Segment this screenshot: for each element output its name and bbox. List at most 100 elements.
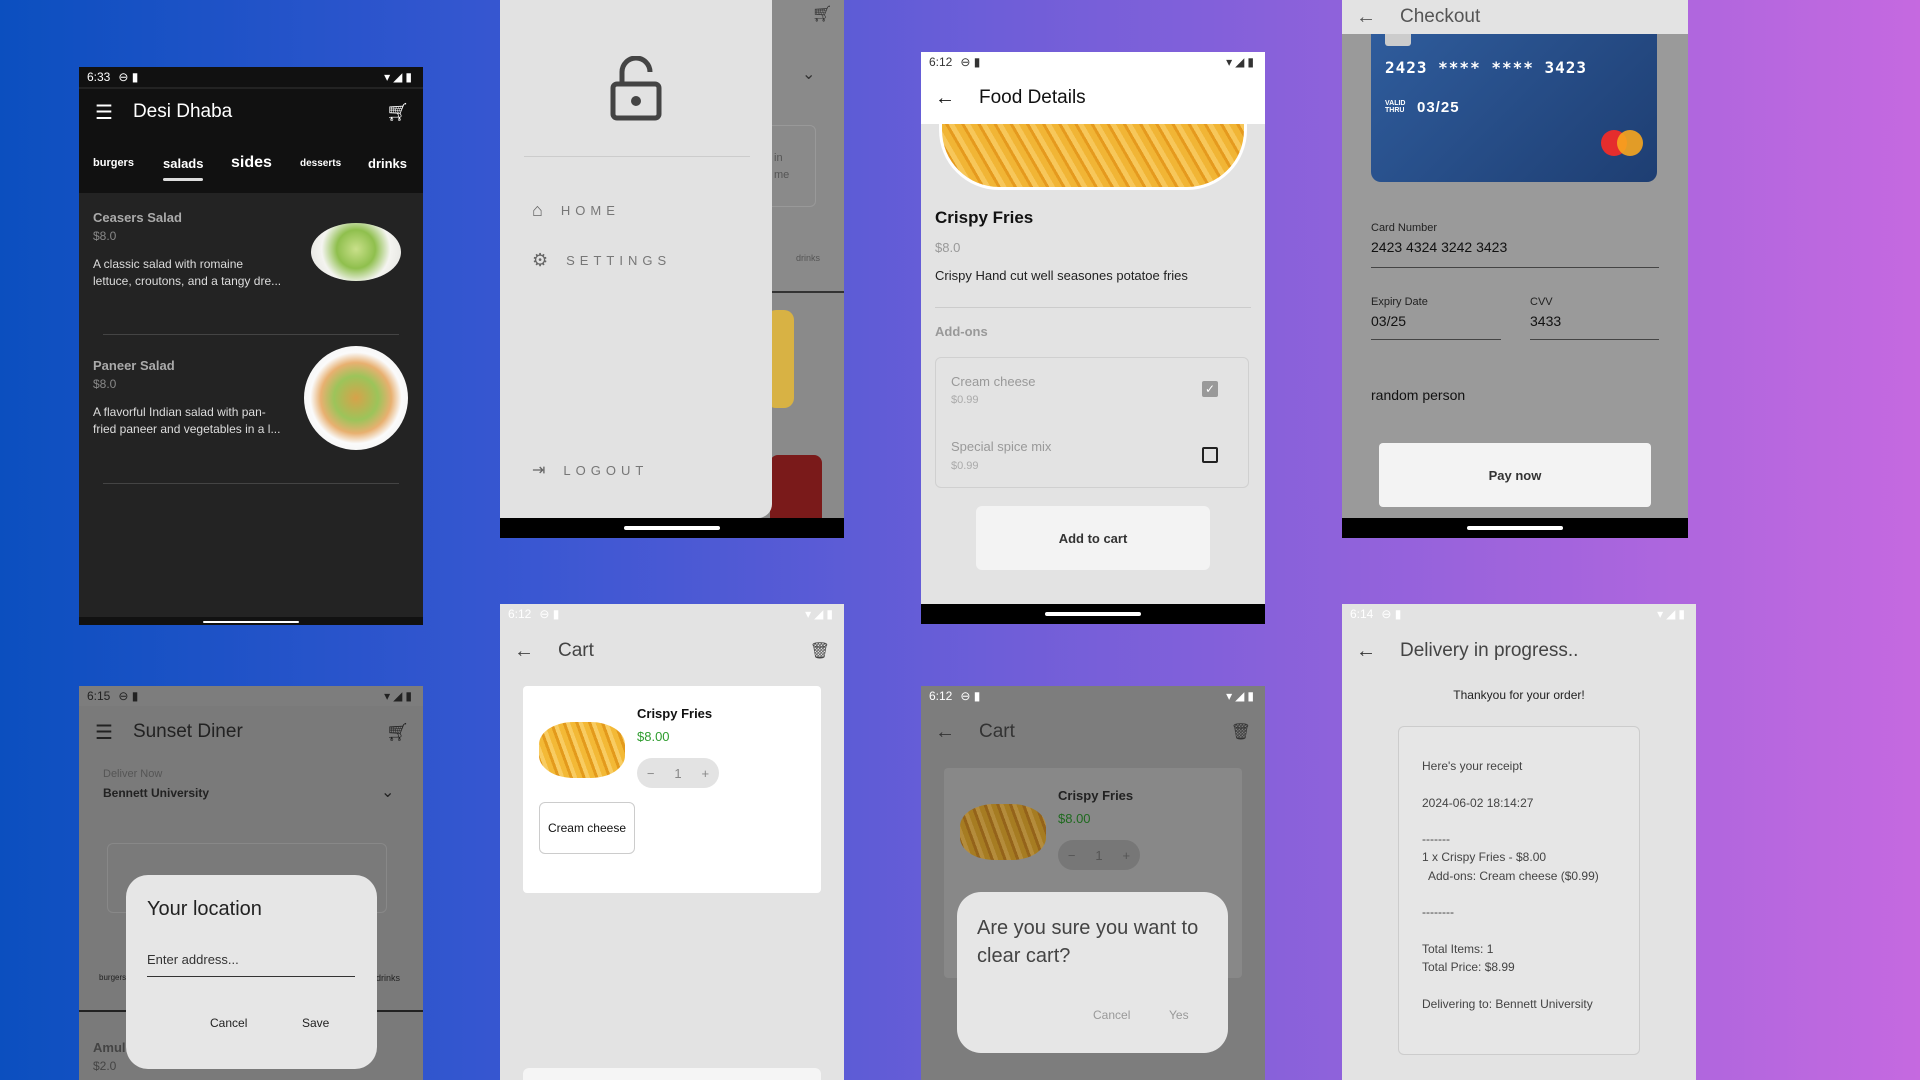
valid-thru-label: VALID THRU <box>1385 100 1406 114</box>
quantity-value: 1 <box>1095 847 1103 863</box>
cart-item-name: Crispy Fries <box>637 706 713 721</box>
quantity-stepper: − 1 + <box>1058 840 1140 870</box>
status-time: 6:15 <box>87 689 111 703</box>
cola-image <box>770 455 822 518</box>
tab-sides[interactable]: sides <box>231 154 272 172</box>
plus-icon[interactable]: + <box>701 766 709 781</box>
chevron-down-icon[interactable]: ⌄ <box>381 782 394 802</box>
addon-row[interactable]: Special spice mix $0.99 <box>936 422 1248 486</box>
status-bar: 6:12 ⊖ ▮ ▾◢▮ <box>921 52 1265 72</box>
cart-icon[interactable]: 🛒︎ <box>386 102 409 123</box>
back-arrow-icon[interactable]: ← <box>514 640 534 663</box>
addon-price: $0.99 <box>951 460 979 472</box>
fries-image <box>939 124 1247 190</box>
tab-burgers[interactable]: burgers <box>93 157 134 169</box>
confirm-dialog: Are you sure you want to clear cart? Can… <box>957 892 1228 1053</box>
receipt-line: 2024-06-02 18:14:27 <box>1422 796 1534 810</box>
minus-icon[interactable]: − <box>647 766 655 781</box>
receipt-line: 1 x Crispy Fries - $8.00 <box>1422 850 1547 864</box>
app-bar: ☰ Desi Dhaba 🛒︎ <box>79 89 423 135</box>
navigation-drawer: ⌂ HOME ⚙ SETTINGS ⇥ LOGOUT <box>500 0 772 518</box>
back-arrow-icon[interactable]: ← <box>935 721 955 744</box>
tab-drinks[interactable]: drinks <box>368 156 407 171</box>
field-label: Card Number <box>1371 222 1438 234</box>
thank-you-text: Thankyou for your order! <box>1453 688 1585 702</box>
cardholder-name-field[interactable]: random person <box>1371 387 1465 403</box>
back-arrow-icon[interactable]: ← <box>1356 6 1376 29</box>
expiry-field[interactable]: Expiry Date 03/25 <box>1371 296 1501 340</box>
back-arrow-icon[interactable]: ← <box>1356 640 1376 663</box>
status-bar: 6:12 ⊖ ▮ ▾◢▮ <box>500 604 844 624</box>
item-name: Paneer Salad <box>93 358 175 373</box>
cart-item-name: Crispy Fries <box>1058 788 1134 803</box>
drawer-label: SETTINGS <box>566 253 672 268</box>
receipt-line: Add-ons: Cream cheese ($0.99) <box>1422 869 1599 883</box>
drawer-item-home[interactable]: ⌂ HOME <box>532 200 620 221</box>
checkbox-checked[interactable]: ✓ <box>1202 381 1218 397</box>
checkbox-unchecked[interactable] <box>1202 447 1218 463</box>
location-selector[interactable]: Bennett University <box>103 786 209 800</box>
card-number-field[interactable]: Card Number 2423 4324 3242 3423 <box>1371 222 1659 268</box>
cart-icon[interactable]: 🛒︎ <box>386 722 409 743</box>
receipt-line: Total Price: $8.99 <box>1422 960 1515 974</box>
add-to-cart-button[interactable]: Add to cart <box>976 506 1210 570</box>
quantity-stepper[interactable]: − 1 + <box>637 758 719 788</box>
pay-now-button[interactable]: Pay now <box>1379 443 1651 507</box>
status-bar: 6:15 ⊖ ▮ ▾◢▮ <box>79 686 423 706</box>
gear-icon: ⚙ <box>532 250 549 270</box>
tab-desserts[interactable]: desserts <box>300 158 341 169</box>
yes-button[interactable]: Yes <box>1169 1008 1189 1022</box>
chevron-down-icon: ⌄ <box>802 66 816 83</box>
divider <box>103 334 399 335</box>
gesture-bar <box>79 617 423 625</box>
save-button[interactable]: Save <box>302 1016 329 1030</box>
signal-battery-icon: ▾◢▮ <box>384 70 415 84</box>
deliver-label: Deliver Now <box>103 768 163 780</box>
cancel-button[interactable]: Cancel <box>1093 1008 1130 1022</box>
app-bar: ← Checkout <box>1342 0 1688 34</box>
logout-icon: ⇥ <box>532 462 546 479</box>
cvv-field[interactable]: CVV 3433 <box>1530 296 1659 340</box>
app-bar: ☰ Sunset Diner 🛒︎ <box>79 706 423 758</box>
screen-checkout: ← Checkout 2423 **** **** 3423 VALID THR… <box>1342 0 1688 538</box>
signal-battery-icon: ▾◢▮ <box>1226 55 1257 69</box>
hamburger-menu-icon[interactable]: ☰ <box>95 720 113 745</box>
dialog-message: Are you sure you want to clear cart? <box>977 917 1199 967</box>
receipt-line: Total Items: 1 <box>1422 942 1494 956</box>
addon-row[interactable]: Cream cheese $0.99 ✓ <box>936 358 1248 422</box>
bg-item-name: Amul <box>93 1040 126 1055</box>
item-desc-line1: A classic salad with romaine <box>93 257 244 271</box>
status-time: 6:14 <box>1350 607 1374 621</box>
field-label: Expiry Date <box>1371 296 1428 308</box>
trash-icon[interactable]: 🗑︎ <box>810 641 830 661</box>
unlock-icon <box>610 55 662 127</box>
drawer-divider <box>524 156 750 157</box>
back-arrow-icon[interactable]: ← <box>935 87 955 110</box>
addons-card: Cream cheese $0.99 ✓ Special spice mix $… <box>935 357 1249 488</box>
app-bar: ← Cart 🗑︎ <box>921 706 1265 758</box>
drawer-item-logout[interactable]: ⇥ LOGOUT <box>532 460 648 480</box>
addon-name: Cream cheese <box>951 374 1036 389</box>
bg-tab: drinks <box>796 253 821 263</box>
bottom-card <box>523 1068 821 1080</box>
screen-delivery: 6:14 ⊖ ▮ ▾◢▮ ← Delivery in progress.. Th… <box>1342 604 1696 1080</box>
menu-item[interactable]: Paneer Salad $8.0 A flavorful Indian sal… <box>79 342 423 487</box>
trash-icon[interactable]: 🗑︎ <box>1231 722 1251 742</box>
field-label: CVV <box>1530 296 1553 308</box>
hamburger-menu-icon[interactable]: ☰ <box>95 100 113 125</box>
field-value: 03/25 <box>1371 313 1407 329</box>
screen-drawer: 🛒︎ ⌄ in me drinks ⌂ HOME ⚙ SETTINGS ⇥ LO… <box>500 0 844 538</box>
cancel-button[interactable]: Cancel <box>210 1016 247 1030</box>
status-time: 6:12 <box>508 607 532 621</box>
menu-item[interactable]: Ceasers Salad $8.0 A classic salad with … <box>79 193 423 338</box>
paneer-salad-image <box>304 346 408 450</box>
app-bar: ← Food Details <box>921 72 1265 124</box>
tab-salads[interactable]: salads <box>163 156 203 171</box>
divider <box>935 307 1251 308</box>
status-icons: ⊖ ▮ <box>118 689 139 703</box>
mastercard-logo <box>1601 130 1645 156</box>
address-input[interactable]: Enter address... <box>147 952 355 977</box>
drawer-item-settings[interactable]: ⚙ SETTINGS <box>532 250 671 271</box>
cart-item-price: $8.00 <box>637 729 670 744</box>
app-bar: ← Cart 🗑︎ <box>500 624 844 678</box>
